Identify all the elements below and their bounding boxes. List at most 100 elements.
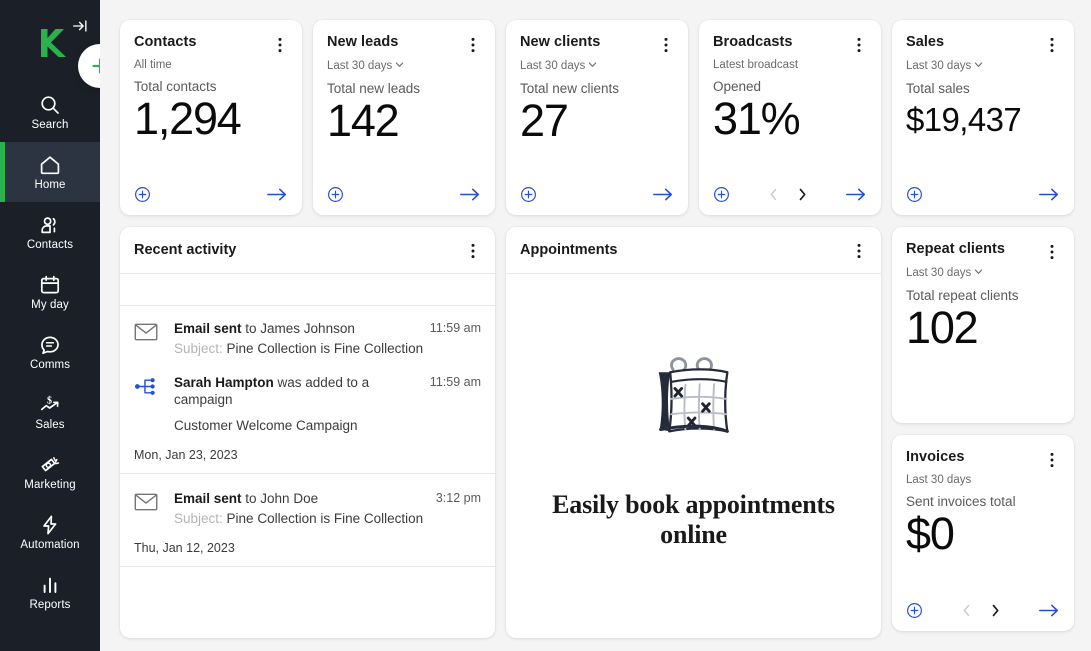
go-arrow-icon[interactable] [1038, 603, 1060, 618]
card-footer [906, 602, 1060, 619]
activity-headline: Sarah Hampton was added to a campaign 11… [174, 374, 481, 409]
expand-sidebar-icon[interactable] [70, 16, 90, 36]
kebab-menu-icon[interactable] [272, 35, 288, 53]
chat-icon [38, 333, 62, 357]
date-range-text: Last 30 days [520, 60, 586, 72]
activity-main: Sarah Hampton was added to a campaign 11… [134, 374, 481, 435]
sidebar-item-home[interactable]: Home [0, 142, 100, 202]
activity-time: 3:12 pm [435, 490, 481, 505]
svg-text:$: $ [47, 395, 52, 406]
card-title: Sales [906, 34, 945, 50]
activity-headline: Email sent to James Johnson 11:59 am [174, 320, 481, 337]
activity-main: Email sent to James Johnson 11:59 am Sub… [134, 320, 481, 358]
date-range-dropdown[interactable]: Last 30 days [520, 59, 598, 73]
card-footer [327, 186, 481, 203]
sidebar-label: Sales [35, 418, 65, 431]
date-range-dropdown[interactable]: Last 30 days [906, 59, 984, 73]
activity-text: Sarah Hampton was added to a campaign [174, 374, 420, 409]
dashboard-second-row: Recent activity Email sent to James John… [120, 227, 1091, 638]
kebab-menu-icon[interactable] [1044, 35, 1060, 53]
add-circle-icon[interactable] [906, 186, 923, 203]
megaphone-icon [38, 453, 62, 477]
kpi-card-invoices[interactable]: Invoices Last 30 days Sent invoices tota… [892, 435, 1074, 631]
campaign-icon [134, 374, 160, 402]
card-title: Invoices [906, 449, 965, 465]
date-range-text: Last 30 days [327, 60, 393, 72]
card-footer [713, 186, 867, 203]
activity-extra: Customer Welcome Campaign [174, 418, 358, 434]
activity-text: Email sent to John Doe [174, 490, 318, 507]
kebab-menu-icon[interactable] [1044, 242, 1060, 260]
date-range-dropdown[interactable]: Last 30 days [327, 59, 405, 73]
next-chevron-icon[interactable] [797, 187, 808, 202]
kebab-menu-icon[interactable] [851, 35, 867, 53]
dashboard-root: Search Home Contacts My day Comms $ Sale… [0, 0, 1091, 651]
sidebar-item-comms[interactable]: Comms [0, 322, 100, 382]
kebab-menu-icon[interactable] [465, 35, 481, 53]
activity-body: Email sent to John Doe 3:12 pm Subject: … [174, 490, 481, 528]
go-arrow-icon[interactable] [1038, 187, 1060, 202]
card-header: Broadcasts [713, 34, 867, 53]
kebab-menu-icon[interactable] [465, 241, 481, 259]
sidebar-label: My day [31, 298, 69, 311]
sidebar-item-search[interactable]: Search [0, 82, 100, 142]
kebab-menu-icon[interactable] [851, 241, 867, 259]
prev-chevron-icon[interactable] [961, 603, 972, 618]
date-range-text: Last 30 days [906, 474, 972, 486]
date-range-dropdown[interactable]: Last 30 days [906, 266, 984, 280]
panel-header: Appointments [506, 227, 881, 274]
kpi-card-broadcasts[interactable]: Broadcasts Latest broadcast Opened 31% [699, 20, 881, 215]
sidebar-item-my-day[interactable]: My day [0, 262, 100, 322]
activity-item[interactable]: Email sent to John Doe 3:12 pm Subject: … [120, 474, 495, 528]
prev-chevron-icon[interactable] [768, 187, 779, 202]
activity-time: 11:59 am [429, 374, 481, 389]
keap-logo[interactable] [34, 26, 68, 60]
metric-value: 27 [520, 95, 569, 147]
sidebar-label: Search [31, 118, 69, 131]
metric-value: 1,294 [134, 93, 242, 145]
add-circle-icon[interactable] [713, 186, 730, 203]
sidebar-item-contacts[interactable]: Contacts [0, 202, 100, 262]
appointments-empty-state: Easily book appointments online [506, 274, 881, 638]
activity-actor: Email sent [174, 321, 242, 336]
chevron-down-icon [973, 266, 984, 280]
kpi-card-new-clients[interactable]: New clients Last 30 days Total new clien… [506, 20, 688, 215]
subject-text: Pine Collection is Fine Collection [226, 511, 424, 527]
sidebar-item-sales[interactable]: $ Sales [0, 382, 100, 442]
panel-title: Recent activity [134, 242, 237, 258]
kpi-card-sales[interactable]: Sales Last 30 days Total sales $19,437 [892, 20, 1074, 215]
add-circle-icon[interactable] [906, 602, 923, 619]
activity-item[interactable]: Email sent to James Johnson 11:59 am Sub… [120, 306, 495, 358]
chevron-down-icon [587, 59, 598, 73]
sidebar-item-automation[interactable]: Automation [0, 502, 100, 562]
calendar-illustration [651, 357, 737, 444]
go-arrow-icon[interactable] [266, 187, 288, 202]
activity-time: 11:59 am [429, 321, 481, 335]
calendar-icon [38, 273, 62, 297]
metric-value: 31% [713, 93, 801, 145]
date-range-label: Latest broadcast [713, 59, 798, 71]
card-header: Sales [906, 34, 1060, 53]
sidebar-item-reports[interactable]: Reports [0, 562, 100, 622]
go-arrow-icon[interactable] [459, 187, 481, 202]
kebab-menu-icon[interactable] [1044, 450, 1060, 468]
kpi-card-repeat-clients[interactable]: Repeat clients Last 30 days Total repeat… [892, 227, 1074, 423]
go-arrow-icon[interactable] [845, 187, 867, 202]
add-circle-icon[interactable] [327, 186, 344, 203]
kpi-card-contacts[interactable]: Contacts All time Total contacts 1,294 [120, 20, 302, 215]
sidebar-item-marketing[interactable]: Marketing [0, 442, 100, 502]
activity-body: Sarah Hampton was added to a campaign 11… [174, 374, 481, 435]
appointments-panel: Appointments Easily book appointments on… [506, 227, 881, 638]
kpi-card-row: Contacts All time Total contacts 1,294 N… [120, 20, 1091, 215]
next-chevron-icon[interactable] [990, 603, 1001, 618]
activity-item[interactable]: Sarah Hampton was added to a campaign 11… [120, 358, 495, 435]
panel-title: Appointments [520, 242, 618, 258]
go-arrow-icon[interactable] [652, 187, 674, 202]
kpi-card-new-leads[interactable]: New leads Last 30 days Total new leads 1… [313, 20, 495, 215]
kebab-menu-icon[interactable] [658, 35, 674, 53]
add-circle-icon[interactable] [520, 186, 537, 203]
envelope-icon [134, 320, 160, 346]
metric-value: $19,437 [906, 101, 1022, 139]
sales-icon: $ [38, 393, 62, 417]
add-circle-icon[interactable] [134, 186, 151, 203]
